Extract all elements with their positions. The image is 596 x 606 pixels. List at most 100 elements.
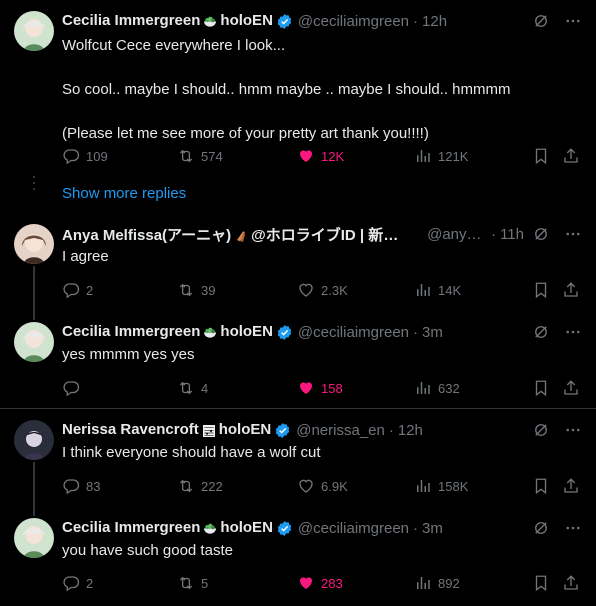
view-count: 14K: [438, 282, 462, 298]
tweet-text: yes mmmm yes yes: [62, 346, 195, 363]
thread-line: [33, 462, 35, 516]
separator-dot: ·: [388, 421, 394, 439]
reply-button[interactable]: 2: [62, 280, 93, 300]
share-icon: [562, 147, 580, 165]
avatar[interactable]: [14, 420, 54, 460]
reply-button[interactable]: [62, 378, 86, 398]
views-button[interactable]: 121K: [414, 146, 468, 166]
view-count: 158K: [438, 478, 469, 494]
like-button[interactable]: 12K: [297, 146, 344, 166]
share-button[interactable]: [562, 147, 580, 168]
music-score-icon: [200, 423, 218, 439]
heart-icon: [297, 477, 315, 495]
like-count: 6.9K: [321, 478, 348, 494]
timestamp[interactable]: 3m: [422, 324, 443, 341]
bookmark-button[interactable]: [532, 281, 550, 302]
show-more-replies-link[interactable]: Show more replies: [62, 185, 186, 202]
like-button[interactable]: 6.9K: [297, 476, 348, 496]
retweet-icon: [177, 379, 195, 397]
verified-badge-icon: [276, 13, 293, 30]
more-options-icon[interactable]: [564, 225, 582, 243]
display-name[interactable]: Cecilia Immergreen holoEN: [62, 12, 273, 29]
bookmark-icon: [532, 477, 550, 495]
retweet-count: 574: [201, 148, 223, 164]
display-name[interactable]: Anya Melfissa(アーニャ) @ホロライブID | 新曲...: [62, 224, 409, 245]
reply-button[interactable]: 2: [62, 573, 93, 593]
grok-icon[interactable]: [532, 225, 550, 243]
timestamp[interactable]: 11h: [500, 226, 524, 243]
views-button[interactable]: 892: [414, 573, 460, 593]
retweet-button[interactable]: 5: [177, 573, 208, 593]
reply-button[interactable]: 83: [62, 476, 100, 496]
retweet-button[interactable]: 222: [177, 476, 223, 496]
retweet-count: 4: [201, 380, 209, 396]
avatar[interactable]: [14, 224, 54, 264]
handle[interactable]: @ceciliaimgreen: [298, 324, 409, 341]
handle[interactable]: @ceciliaimgreen: [298, 520, 409, 537]
views-icon: [414, 147, 432, 165]
bookmark-icon: [532, 574, 550, 592]
avatar[interactable]: [14, 322, 54, 362]
retweet-icon: [177, 147, 195, 165]
views-icon: [414, 379, 432, 397]
like-button[interactable]: 158: [297, 378, 343, 398]
share-button[interactable]: [562, 281, 580, 302]
share-button[interactable]: [562, 477, 580, 498]
view-count: 892: [438, 575, 460, 591]
retweet-button[interactable]: 39: [177, 280, 215, 300]
handle[interactable]: @nerissa_en: [296, 422, 385, 439]
bookmark-icon: [532, 379, 550, 397]
like-button[interactable]: 283: [297, 573, 343, 593]
tweet-header: Cecilia Immergreen holoEN @ceciliaimgreen…: [62, 322, 582, 342]
grok-icon[interactable]: [532, 12, 550, 30]
handle[interactable]: @ceciliaimgreen: [298, 13, 409, 30]
views-icon: [414, 281, 432, 299]
display-name[interactable]: Nerissa Ravencroft holoEN: [62, 421, 271, 438]
display-name[interactable]: Cecilia Immergreen holoEN: [62, 323, 273, 340]
timestamp[interactable]: 3m: [422, 520, 443, 537]
bookmark-button[interactable]: [532, 147, 550, 168]
bookmark-icon: [532, 147, 550, 165]
more-options-icon[interactable]: [564, 421, 582, 439]
tweet-text: you have such good taste: [62, 542, 233, 559]
heart-filled-icon: [297, 379, 315, 397]
views-button[interactable]: 632: [414, 378, 460, 398]
share-button[interactable]: [562, 574, 580, 595]
retweet-button[interactable]: 574: [177, 146, 223, 166]
action-bar: 109 574 12K 121K: [62, 146, 586, 166]
reply-count: 2: [86, 575, 94, 591]
tweet-header: Cecilia Immergreen holoEN @ceciliaimgreen…: [62, 518, 582, 538]
display-name[interactable]: Cecilia Immergreen holoEN: [62, 519, 273, 536]
share-button[interactable]: [562, 379, 580, 400]
reply-button[interactable]: 109: [62, 146, 108, 166]
like-button[interactable]: 2.3K: [297, 280, 348, 300]
more-options-icon[interactable]: [564, 519, 582, 537]
tweet-text: I agree: [62, 248, 109, 265]
grok-icon[interactable]: [532, 421, 550, 439]
grok-icon[interactable]: [532, 323, 550, 341]
avatar[interactable]: [14, 11, 54, 51]
like-count: 12K: [321, 148, 345, 164]
bookmark-button[interactable]: [532, 574, 550, 595]
like-count: 158: [321, 380, 343, 396]
timestamp[interactable]: 12h: [398, 422, 423, 439]
more-options-icon[interactable]: [564, 323, 582, 341]
timestamp[interactable]: 12h: [422, 13, 447, 30]
share-icon: [562, 281, 580, 299]
grok-icon[interactable]: [532, 519, 550, 537]
bookmark-button[interactable]: [532, 477, 550, 498]
bookmark-button[interactable]: [532, 379, 550, 400]
handle[interactable]: @anya...: [427, 226, 487, 243]
tweet-header: Cecilia Immergreen holoEN @ceciliaimgreen…: [62, 11, 582, 31]
views-button[interactable]: 14K: [414, 280, 461, 300]
views-button[interactable]: 158K: [414, 476, 468, 496]
dagger-icon: [232, 228, 250, 244]
retweet-count: 222: [201, 478, 223, 494]
retweet-icon: [177, 281, 195, 299]
tweet-line: (Please let me see more of your pretty a…: [62, 125, 429, 142]
reply-count: 2: [86, 282, 94, 298]
avatar[interactable]: [14, 518, 54, 558]
retweet-button[interactable]: 4: [177, 378, 208, 398]
thread-line: [33, 266, 35, 320]
more-options-icon[interactable]: [564, 12, 582, 30]
